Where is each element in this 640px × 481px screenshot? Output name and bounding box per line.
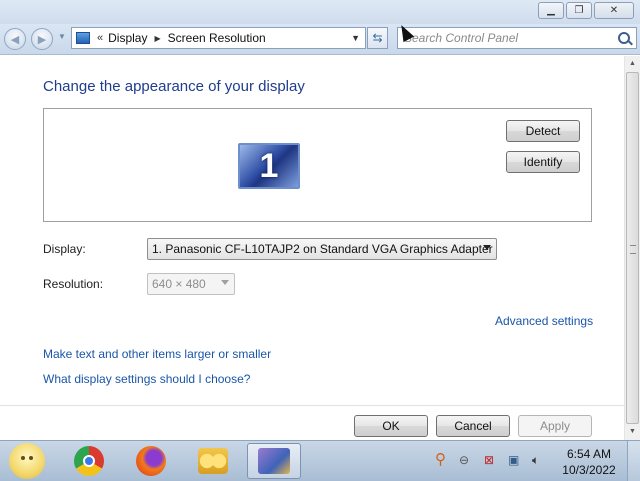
title-bar: ▁ ❐ ✕: [0, 0, 640, 24]
address-dropdown-icon[interactable]: ▼: [351, 33, 360, 43]
scroll-down-icon[interactable]: ▼: [629, 428, 636, 435]
forward-button[interactable]: ▶: [31, 28, 53, 50]
display-help-link[interactable]: What display settings should I choose?: [43, 372, 250, 386]
resolution-select-value: 640 × 480: [152, 277, 206, 291]
clock-time: 6:54 AM: [566, 447, 612, 461]
taskbar-firefox[interactable]: [124, 443, 178, 479]
minimize-icon: ▁: [547, 5, 555, 16]
divider: [0, 405, 625, 406]
monitor-1-icon[interactable]: 1: [238, 143, 300, 189]
back-button[interactable]: ◀: [4, 28, 26, 50]
navigation-bar: ◀ ▶ ▼ « Display ▶ Screen Resolution ▼ ⇆: [0, 24, 640, 55]
start-button[interactable]: [0, 443, 54, 479]
text-size-link[interactable]: Make text and other items larger or smal…: [43, 347, 271, 361]
forward-arrow-icon: ▶: [37, 33, 47, 46]
network-error-icon[interactable]: ⊠: [484, 453, 494, 467]
restore-button[interactable]: ❐: [566, 2, 592, 19]
taskbar-display-settings[interactable]: [247, 443, 301, 479]
display-label: Display:: [43, 242, 86, 256]
address-bar[interactable]: « Display ▶ Screen Resolution ▼: [71, 27, 366, 49]
chevron-down-icon: [221, 280, 229, 285]
vertical-scrollbar[interactable]: ▲ ▼: [624, 56, 640, 440]
network-icon[interactable]: ▣: [508, 453, 519, 467]
recent-pages-dropdown-icon[interactable]: ▼: [58, 32, 66, 41]
search-tray-icon[interactable]: ⚲: [435, 450, 446, 468]
resolution-select[interactable]: 640 × 480: [147, 273, 235, 295]
clock-date: 10/3/2022: [562, 463, 616, 477]
search-box: [397, 27, 637, 49]
display-settings-icon: [258, 448, 290, 474]
minus-circle-icon[interactable]: ⊖: [459, 453, 469, 467]
cancel-button[interactable]: Cancel: [436, 415, 510, 437]
scroll-grip-icon: [630, 245, 636, 254]
taskbar: ⚲ ⊖ ⊠ ▣ 🔈︎ 6:54 AM 10/3/2022: [0, 440, 640, 481]
detect-button[interactable]: Detect: [506, 120, 580, 142]
apply-button[interactable]: Apply: [518, 415, 592, 437]
breadcrumb-screen-resolution[interactable]: Screen Resolution: [168, 31, 266, 45]
refresh-icon: ⇆: [372, 31, 383, 45]
back-arrow-icon: ◀: [10, 33, 20, 46]
control-panel-icon: [76, 32, 90, 44]
identify-button[interactable]: Identify: [506, 151, 580, 173]
monitor-number: 1: [259, 146, 279, 185]
resolution-label: Resolution:: [43, 277, 104, 291]
close-icon: ✕: [609, 5, 619, 16]
taskbar-file-explorer[interactable]: [186, 443, 240, 479]
search-icon[interactable]: [618, 32, 630, 44]
display-select-value: 1. Panasonic CF-L10TAJP2 on Standard VGA…: [152, 242, 493, 256]
chevron-down-icon: [483, 245, 491, 250]
close-button[interactable]: ✕: [594, 2, 634, 19]
caption-buttons: ▁ ❐ ✕: [536, 2, 634, 19]
scrollbar-thumb[interactable]: [626, 72, 639, 424]
show-desktop-button[interactable]: [627, 441, 640, 481]
clock[interactable]: 6:54 AM 10/3/2022: [557, 446, 621, 478]
search-input[interactable]: [404, 30, 609, 46]
taskbar-chrome[interactable]: [62, 443, 116, 479]
breadcrumb-overflow[interactable]: «: [97, 32, 103, 44]
breadcrumb-arrow-icon[interactable]: ▶: [154, 34, 160, 43]
volume-icon[interactable]: 🔈︎: [532, 453, 539, 468]
folder-icon: [198, 448, 228, 474]
firefox-icon: [136, 446, 166, 476]
advanced-settings-link[interactable]: Advanced settings: [495, 314, 593, 328]
minimize-button[interactable]: ▁: [538, 2, 564, 19]
display-select[interactable]: 1. Panasonic CF-L10TAJP2 on Standard VGA…: [147, 238, 497, 260]
scroll-up-icon[interactable]: ▲: [629, 60, 636, 67]
display-preview-area: 1 Detect Identify: [43, 108, 592, 222]
start-orb-icon: [9, 443, 45, 479]
ok-button[interactable]: OK: [354, 415, 428, 437]
page-title: Change the appearance of your display: [43, 78, 305, 95]
chrome-icon: [74, 446, 104, 476]
restore-icon: ❐: [574, 5, 584, 16]
breadcrumb-display[interactable]: Display: [108, 31, 147, 45]
refresh-button[interactable]: ⇆: [367, 27, 388, 49]
